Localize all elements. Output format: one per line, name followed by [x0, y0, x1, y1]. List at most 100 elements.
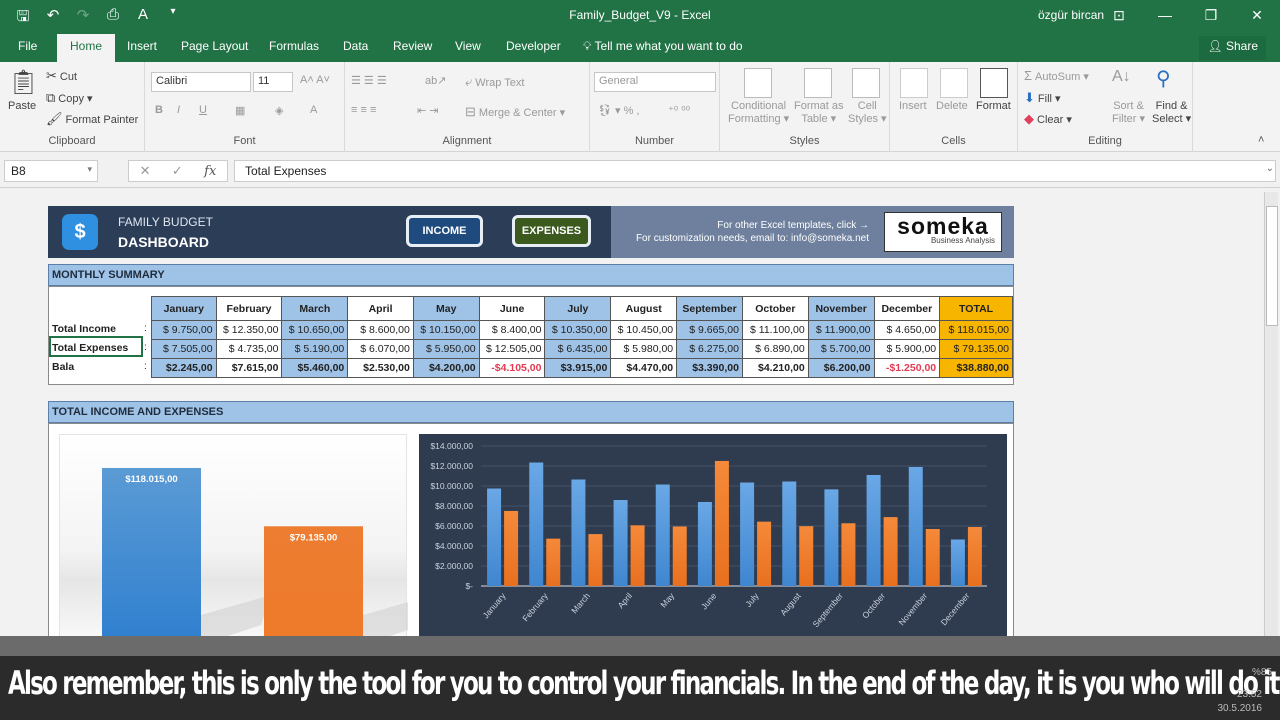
name-box[interactable]: B8 ▾	[4, 160, 98, 182]
expense-bar[interactable]	[883, 517, 898, 586]
format-button[interactable]: Format	[976, 100, 1011, 112]
expense-cell[interactable]: $ 4.735,00	[215, 339, 283, 359]
income-bar[interactable]	[487, 488, 502, 587]
column-header[interactable]: December	[873, 296, 941, 321]
horizontal-scroll-area[interactable]	[0, 636, 1280, 656]
autosum-button[interactable]: Σ AutoSum ▾	[1024, 68, 1089, 83]
share-button[interactable]: 👤︎ Share	[1199, 36, 1266, 60]
restore-icon[interactable]: ❐	[1188, 0, 1234, 30]
column-header[interactable]: July	[544, 296, 612, 321]
font-name-select[interactable]: Calibri	[151, 72, 251, 92]
fill-button[interactable]: ⬇ Fill ▾	[1024, 90, 1061, 106]
income-bar[interactable]	[908, 467, 923, 586]
income-cell[interactable]: $ 8.600,00	[347, 320, 414, 340]
income-bar[interactable]	[571, 479, 586, 587]
insert-button[interactable]: Insert	[899, 100, 927, 112]
merge-center-button[interactable]: ⊟ Merge & Center ▾	[465, 104, 565, 120]
income-cell[interactable]: $ 10.350,00	[544, 320, 612, 340]
ribbon-display-icon[interactable]: ⊡	[1096, 0, 1142, 30]
decimal-icon[interactable]: ⁺⁰ ⁰⁰	[668, 104, 690, 117]
align-left-icon[interactable]: ≡ ≡ ≡	[351, 104, 376, 116]
balance-cell[interactable]: -$4.105,00	[478, 358, 546, 378]
tab-data[interactable]: Data	[343, 39, 368, 53]
monthly-chart[interactable]: $- $2.000,00 $4.000,00 $6.000,00 $8.000,00 $1…	[419, 434, 1007, 644]
orientation-icon[interactable]: ab↗	[425, 74, 446, 87]
income-button[interactable]: INCOME	[406, 215, 483, 247]
balance-cell[interactable]: $2.245,00	[151, 358, 217, 378]
column-header[interactable]: August	[610, 296, 678, 321]
column-header[interactable]: March	[281, 296, 349, 321]
balance-cell[interactable]: $3.390,00	[676, 358, 743, 378]
balance-cell[interactable]: $4.200,00	[412, 358, 480, 378]
expense-bar[interactable]	[672, 526, 687, 587]
cut-button[interactable]: ✂ Cut	[46, 68, 77, 84]
expense-bar[interactable]	[967, 527, 982, 586]
tab-page-layout[interactable]: Page Layout	[181, 39, 248, 53]
expand-formula-icon[interactable]: ⌄	[1266, 163, 1274, 174]
expense-bar[interactable]	[714, 460, 729, 586]
expense-bar[interactable]	[841, 523, 856, 586]
someka-logo[interactable]: someka Business Analysis	[884, 212, 1002, 252]
close-icon[interactable]: ✕	[1234, 0, 1280, 30]
income-cell[interactable]: $ 10.650,00	[281, 320, 349, 340]
cancel-icon[interactable]: ✕	[140, 163, 151, 179]
copy-button[interactable]: ⧉ Copy ▾	[46, 90, 93, 106]
income-cell[interactable]: $ 11.900,00	[807, 320, 875, 340]
income-cell[interactable]: $ 11.100,00	[741, 320, 809, 340]
tab-file[interactable]: File	[18, 39, 37, 53]
column-header[interactable]: January	[151, 296, 217, 321]
tab-developer[interactable]: Developer	[506, 39, 561, 53]
chevron-down-icon[interactable]: ▾	[87, 164, 92, 175]
magnifier-icon[interactable]: ⚲	[1156, 66, 1171, 91]
income-cell[interactable]: $ 118.015,00	[939, 320, 1013, 340]
column-header[interactable]: May	[412, 296, 480, 321]
cell-styles-icon[interactable]	[852, 68, 880, 98]
income-cell[interactable]: $ 12.350,00	[215, 320, 283, 340]
insert-cells-icon[interactable]	[900, 68, 928, 98]
tab-home[interactable]: Home	[57, 34, 116, 62]
font-size-select[interactable]: 11	[253, 72, 293, 92]
income-bar[interactable]	[740, 482, 755, 587]
delete-button[interactable]: Delete	[936, 100, 968, 112]
total-bar[interactable]	[264, 526, 363, 645]
column-header[interactable]: June	[478, 296, 546, 321]
conditional-formatting-button[interactable]: Conditional Formatting ▾	[728, 100, 789, 125]
expense-cell[interactable]: $ 5.700,00	[807, 339, 875, 359]
bold-button[interactable]: B	[155, 104, 163, 116]
total-chart[interactable]: $118.015,00 $79.135,00	[59, 434, 433, 645]
income-bar[interactable]	[613, 500, 628, 586]
user-name[interactable]: özgür bircan	[1038, 8, 1104, 22]
formula-input[interactable]: Total Expenses	[234, 160, 1276, 182]
income-bar[interactable]	[529, 462, 544, 587]
income-cell[interactable]: $ 10.450,00	[610, 320, 678, 340]
collapse-ribbon-icon[interactable]: ˄	[1258, 134, 1264, 146]
fill-color-icon[interactable]: ◈	[275, 104, 283, 117]
expense-bar[interactable]	[925, 529, 940, 586]
expense-cell[interactable]: $ 6.435,00	[544, 339, 612, 359]
column-header[interactable]: September	[676, 296, 743, 321]
column-header[interactable]: November	[807, 296, 875, 321]
tab-formulas[interactable]: Formulas	[269, 39, 319, 53]
row-label-income[interactable]: Total Income	[52, 323, 116, 335]
expense-bar[interactable]	[504, 510, 519, 586]
income-cell[interactable]: $ 4.650,00	[873, 320, 941, 340]
balance-cell[interactable]: $2.530,00	[347, 358, 414, 378]
align-top-icon[interactable]: ☰ ☰ ☰	[351, 74, 387, 87]
expense-bar[interactable]	[799, 526, 814, 586]
balance-cell[interactable]: $38.880,00	[939, 358, 1013, 378]
wrap-text-button[interactable]: ⤶ Wrap Text	[465, 74, 524, 90]
vertical-scrollbar[interactable]	[1264, 192, 1278, 636]
balance-cell[interactable]: $4.210,00	[741, 358, 809, 378]
row-label-balance[interactable]: Bala	[52, 361, 74, 373]
income-cell[interactable]: $ 9.750,00	[151, 320, 217, 340]
column-header[interactable]: April	[347, 296, 414, 321]
column-header[interactable]: TOTAL	[939, 296, 1013, 321]
expense-cell[interactable]: $ 12.505,00	[478, 339, 546, 359]
format-as-table-button[interactable]: Format as Table ▾	[794, 100, 844, 125]
indent-icon[interactable]: ⇤ ⇥	[417, 104, 439, 117]
font-color-icon[interactable]: A	[310, 104, 317, 116]
income-bar[interactable]	[782, 481, 797, 587]
borders-icon[interactable]: ▦	[235, 104, 245, 117]
expense-cell[interactable]: $ 5.900,00	[873, 339, 941, 359]
balance-cell[interactable]: $4.470,00	[610, 358, 678, 378]
